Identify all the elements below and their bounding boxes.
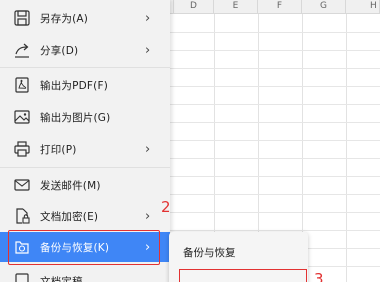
menu-item-label: 分享(D) (40, 44, 79, 57)
highlight-box-backup (8, 230, 160, 265)
step-2-marker: 2 (161, 198, 171, 216)
menu-item-label: 打印(P) (40, 143, 77, 156)
menu-item-label: 另存为(A) (40, 12, 89, 25)
menu-divider (0, 67, 170, 68)
chevron-right-icon: › (145, 10, 151, 26)
grid-line (170, 140, 380, 141)
menu-item-finalize-document[interactable]: 文档定稿 (0, 266, 170, 282)
column-header-f[interactable]: F (258, 0, 302, 14)
lock-document-icon (16, 208, 30, 224)
grid-line (170, 230, 380, 231)
menu-item-share[interactable]: 分享(D) › (0, 35, 170, 65)
menu-item-label: 输出为图片(G) (40, 111, 111, 124)
chevron-right-icon: › (145, 141, 151, 157)
menu-item-label: 文档加密(E) (40, 210, 99, 223)
grid-line (170, 212, 380, 213)
grid-line (170, 50, 380, 51)
menu-item-export-pdf[interactable]: 输出为PDF(F) (0, 70, 170, 100)
menu-divider (0, 167, 170, 168)
menu-item-label: 输出为PDF(F) (40, 79, 108, 92)
menu-item-label: 文档定稿 (40, 275, 83, 282)
menu-item-print[interactable]: 打印(P) › (0, 134, 170, 164)
menu-item-send-mail[interactable]: 发送邮件(M) (0, 170, 170, 200)
column-header-e[interactable]: E (214, 0, 258, 14)
grid-line (170, 176, 380, 177)
submenu-title: 备份与恢复 (183, 247, 236, 259)
column-header-h[interactable]: H (346, 0, 380, 14)
grid-line (170, 68, 380, 69)
grid-line (170, 122, 380, 123)
grid-line (170, 194, 380, 195)
chevron-right-icon: › (145, 42, 151, 58)
grid-line (170, 32, 380, 33)
column-header-g[interactable]: G (302, 0, 346, 14)
menu-item-export-image[interactable]: 输出为图片(G) (0, 102, 170, 132)
pdf-icon (15, 77, 29, 93)
menu-item-label: 发送邮件(M) (40, 179, 101, 192)
share-icon (15, 43, 29, 58)
printer-icon (14, 141, 30, 157)
finalize-icon (15, 273, 29, 282)
grid-line (170, 104, 380, 105)
column-header-d[interactable]: D (174, 0, 214, 14)
grid-line (170, 158, 380, 159)
step-3-marker: 3 (314, 270, 324, 282)
grid-line (170, 86, 380, 87)
save-as-icon (14, 10, 30, 26)
grid-line (346, 14, 347, 282)
menu-item-save-as[interactable]: 另存为(A) › (0, 3, 170, 33)
menu-item-encrypt-document[interactable]: 文档加密(E) › (0, 201, 170, 231)
image-icon (14, 110, 30, 124)
mail-icon (14, 179, 30, 191)
highlight-box-submenu-item (179, 269, 307, 282)
chevron-right-icon: › (145, 208, 151, 224)
